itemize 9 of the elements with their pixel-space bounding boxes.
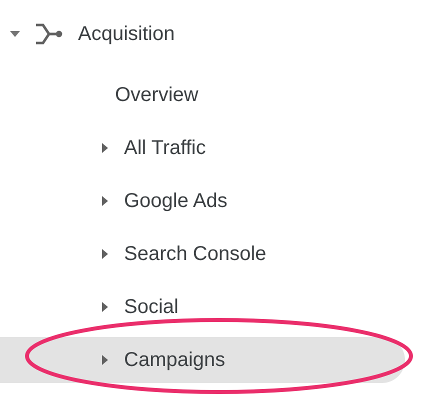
expand-arrow-icon (102, 196, 108, 206)
expand-arrow-icon (102, 302, 108, 312)
nav-item[interactable]: Campaigns (0, 336, 405, 382)
section-title[interactable]: Acquisition (78, 19, 175, 49)
expand-arrow-icon (102, 248, 108, 258)
caret-icon[interactable] (10, 31, 20, 37)
branch-icon (35, 23, 63, 45)
expand-arrow-icon (102, 142, 108, 152)
expand-arrow-icon (102, 354, 108, 364)
